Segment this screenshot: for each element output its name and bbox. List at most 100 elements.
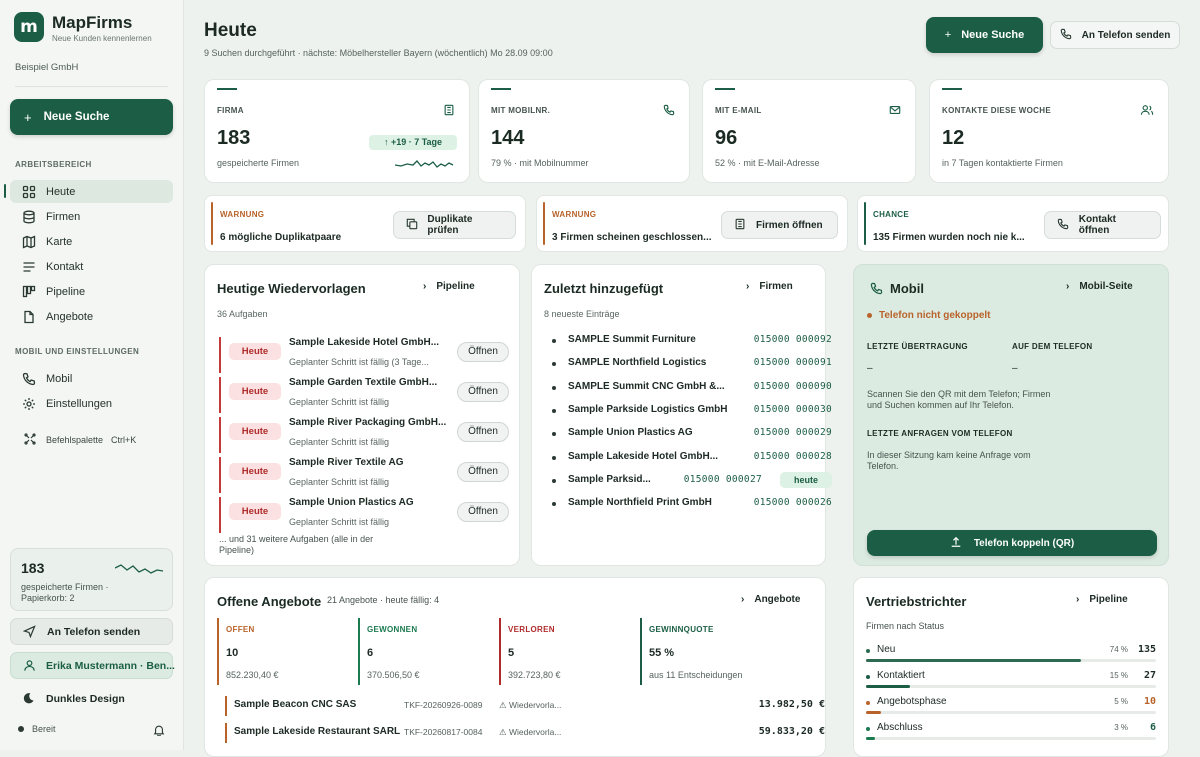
offer-row[interactable]: Sample Beacon CNC SAS TKF-20260926-0089 ⚠ … <box>225 696 825 716</box>
recent-item[interactable]: Sample Lakeside Hotel GmbH... 015000 0000… <box>552 449 832 467</box>
recent-item[interactable]: SAMPLE Summit CNC GmbH &... 015000 000090 <box>552 379 832 397</box>
check-duplicates-button[interactable]: Duplikate prüfen <box>393 211 516 239</box>
org-name[interactable]: Beispiel GmbH <box>15 62 78 73</box>
stat-value: 55 % <box>649 647 675 659</box>
stat-sub: 370.506,50 € <box>367 670 420 680</box>
recent-item[interactable]: SAMPLE Summit Furniture 015000 000092 <box>552 332 832 350</box>
funnel-pipeline-link[interactable]: › Pipeline <box>1076 594 1128 605</box>
followups-more[interactable]: ... und 31 weitere Aufgaben (alle in der… <box>219 534 389 556</box>
open-contact-button[interactable]: Kontakt öffnen <box>1044 211 1161 239</box>
main-content: Heute 9 Suchen durchgeführt · nächste: M… <box>184 0 1200 757</box>
recent-item[interactable]: Sample Parkside Logistics GmbH 015000 000… <box>552 402 832 420</box>
offer-company: Sample Lakeside Restaurant SARL <box>234 726 401 737</box>
followup-item[interactable]: Heute Sample Union Plastics AG Geplanter S… <box>219 497 509 533</box>
bell-icon[interactable] <box>153 724 167 738</box>
open-button[interactable]: Öffnen <box>457 342 509 362</box>
open-button[interactable]: Öffnen <box>457 382 509 402</box>
sidebar-item-pipeline[interactable]: Pipeline <box>10 280 173 303</box>
offers-link[interactable]: › Angebote <box>741 594 800 605</box>
link-label: Firmen <box>759 281 793 292</box>
followup-step: Geplanter Schritt ist fällig <box>289 437 390 447</box>
send-phone-label: An Telefon senden <box>1081 29 1171 41</box>
panel-title: Offene Angebote <box>217 594 322 609</box>
stage-track <box>866 737 1156 740</box>
alert-label: WARNUNG <box>220 210 265 219</box>
open-button[interactable]: Öffnen <box>457 462 509 482</box>
sidebar-item-karte[interactable]: Karte <box>10 230 173 253</box>
kpi-value: 183 <box>217 127 251 149</box>
kpi-card-email[interactable]: MIT E-MAIL 96 52 % · mit E-Mail-Adresse <box>702 79 916 183</box>
offer-amount: 59.833,20 € <box>758 726 825 737</box>
open-button[interactable]: Öffnen <box>457 422 509 442</box>
gear-icon <box>22 397 36 411</box>
bullet <box>552 455 556 460</box>
offer-status: ⚠ Wiedervorla... <box>499 700 562 710</box>
pipeline-link[interactable]: › Pipeline <box>423 281 475 292</box>
followup-item[interactable]: Heute Sample Garden Textile GmbH... Geplan… <box>219 377 509 413</box>
followups-panel: Heutige Wiedervorlagen › Pipeline 36 Aufg… <box>204 264 520 566</box>
sidebar-item-einstellungen[interactable]: Einstellungen <box>10 392 173 415</box>
recent-item[interactable]: SAMPLE Northfield Logistics 015000 000091 <box>552 355 832 373</box>
sidebar-new-search-button[interactable]: + Neue Suche <box>10 99 173 135</box>
command-palette-button[interactable]: Befehlspalette Ctrl+K <box>24 433 136 447</box>
followup-company: Sample River Packaging GmbH... <box>289 417 447 428</box>
app-logo[interactable]: m <box>14 12 44 42</box>
sidebar-send-phone-button[interactable]: An Telefon senden <box>10 618 173 645</box>
followup-step: Geplanter Schritt ist fällig (3 Tage... <box>289 357 429 367</box>
stage-pct: 74 % <box>1109 645 1128 654</box>
sidebar-item-heute[interactable]: Heute <box>10 180 173 203</box>
stage-fill <box>866 685 910 688</box>
recent-item[interactable]: Sample Union Plastics AG 015000 000029 <box>552 425 832 443</box>
sidebar-item-kontakt[interactable]: Kontakt <box>10 255 173 278</box>
alert-text: 6 mögliche Duplikatpaare <box>220 232 342 243</box>
link-label: Pipeline <box>1089 594 1128 605</box>
open-button[interactable]: Öffnen <box>457 502 509 522</box>
recent-item[interactable]: Sample Parksid... 015000 000027 heute <box>552 471 832 490</box>
kpi-sub: in 7 Tagen kontaktierte Firmen <box>942 158 1063 168</box>
stat-sub: 852.230,40 € <box>226 670 279 680</box>
upload-icon <box>950 536 964 550</box>
grid-icon <box>22 185 36 199</box>
funnel-stage[interactable]: Abschluss 3 % 6 <box>866 720 1156 742</box>
offers-panel: Offene Angebote 21 Angebote · heute fäll… <box>204 577 826 757</box>
followup-item[interactable]: Heute Sample Lakeside Hotel GmbH... Geplan… <box>219 337 509 373</box>
company-name: SAMPLE Northfield Logistics <box>568 357 707 369</box>
send-to-phone-button[interactable]: An Telefon senden <box>1050 21 1180 49</box>
kpi-card-contacts[interactable]: KONTAKTE DIESE WOCHE 12 in 7 Tagen konta… <box>929 79 1169 183</box>
sidebar-stat-card[interactable]: 183 gespeicherte Firmen · Papierkorb: 2 <box>10 548 173 611</box>
company-id: 015000 000091 <box>753 357 832 369</box>
company-name: Sample Northfield Print GmbH <box>568 497 712 509</box>
user-menu[interactable]: Erika Mustermann · Ben... <box>10 652 175 679</box>
section-title-work: ARBEITSBEREICH <box>15 160 92 169</box>
followup-item[interactable]: Heute Sample River Packaging GmbH... Gepla… <box>219 417 509 453</box>
followup-item[interactable]: Heute Sample River Textile AG Geplanter Sc… <box>219 457 509 493</box>
sidebar-item-angebote[interactable]: Angebote <box>10 305 173 328</box>
offer-stat: GEWINNQUOTE 55 % aus 11 Entscheidungen <box>640 618 775 685</box>
dark-mode-toggle[interactable]: Dunkles Design <box>10 685 173 712</box>
funnel-stage[interactable]: Neu 74 % 135 <box>866 642 1156 664</box>
firmen-link[interactable]: › Firmen <box>746 281 793 292</box>
followup-bar <box>219 377 221 413</box>
pair-phone-button[interactable]: Telefon koppeln (QR) <box>867 530 1157 556</box>
bullet <box>552 478 556 483</box>
stage-count: 135 <box>1137 644 1156 655</box>
kpi-card-mobile[interactable]: MIT MOBILNR. 144 79 % · mit Mobilnummer <box>478 79 690 183</box>
sidebar-item-firmen[interactable]: Firmen <box>10 205 173 228</box>
bullet <box>552 408 556 413</box>
send-phone-label: An Telefon senden <box>47 625 141 638</box>
stat-value: 5 <box>508 647 515 659</box>
recent-item[interactable]: Sample Northfield Print GmbH 015000 00002… <box>552 495 832 513</box>
kpi-card-firma[interactable]: FIRMA 183 gespeicherte Firmen ↑ +19 · 7 … <box>204 79 470 183</box>
funnel-stage[interactable]: Angebotsphase 5 % 10 <box>866 694 1156 716</box>
panel-count: 36 Aufgaben <box>217 309 268 319</box>
sidebar-item-mobil[interactable]: Mobil <box>10 367 173 390</box>
company-id: 015000 000029 <box>753 427 832 439</box>
funnel-stage[interactable]: Kontaktiert 15 % 27 <box>866 668 1156 690</box>
offer-row[interactable]: Sample Lakeside Restaurant SARL TKF-20260… <box>225 723 825 743</box>
stage-pct: 5 % <box>1114 697 1128 706</box>
button-label: Firmen öffnen <box>756 219 823 231</box>
new-search-button[interactable]: + Neue Suche <box>926 17 1043 53</box>
followup-bar <box>219 497 221 533</box>
open-firms-button[interactable]: Firmen öffnen <box>721 211 838 239</box>
mobile-page-link[interactable]: › Mobil-Seite <box>1066 281 1133 292</box>
